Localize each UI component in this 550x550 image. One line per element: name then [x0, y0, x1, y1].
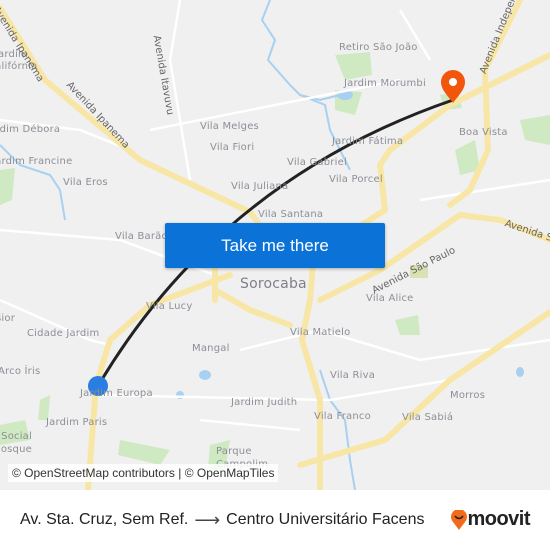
take-me-there-button[interactable]: Take me there — [165, 223, 385, 268]
place-label: Mangal — [192, 343, 230, 354]
place-label: Boa Vista — [459, 127, 508, 138]
place-label: Vila Sabiá — [402, 412, 454, 423]
place-label: Vila Matielo — [290, 327, 351, 338]
place-label: Jardim Fátima — [332, 136, 404, 147]
place-label: Vila Franco — [314, 411, 371, 422]
city-label: Sorocaba — [240, 276, 307, 292]
place-label: Vila Gabriel — [287, 157, 347, 168]
place-label: Retiro São João — [339, 42, 418, 53]
place-label: Cidade Jardim — [27, 328, 100, 339]
place-label: Jardim Débora — [0, 124, 61, 135]
origin-name: Av. Sta. Cruz, Sem Ref. — [20, 511, 189, 528]
arrow-right-icon: ⟶ — [194, 509, 221, 530]
place-label: Vila Alice — [366, 293, 414, 304]
destination-name: Centro Universitário Facens — [226, 511, 425, 528]
place-label: Morros — [450, 390, 486, 401]
place-label: Jardim Francine — [0, 156, 73, 167]
place-label: Vila Fiori — [210, 142, 255, 153]
map-attribution[interactable]: © OpenStreetMap contributors | © OpenMap… — [8, 464, 279, 482]
place-label: Vila Eros — [63, 177, 108, 188]
map[interactable]: Retiro São João Jardim Morumbi Vila Melg… — [0, 0, 550, 490]
place-label: Jardim Paris — [46, 417, 108, 428]
place-label: Vila Melges — [200, 121, 259, 132]
place-label: Vila Porcel — [329, 174, 383, 185]
place-label: Jardim Europa — [80, 388, 153, 399]
brand-name: moovit — [467, 508, 530, 530]
place-label: Vila Riva — [330, 370, 376, 381]
place-label: Vila Lucy — [146, 301, 193, 312]
place-label: sior — [0, 313, 16, 324]
place-label: Jardim Judith — [231, 397, 298, 408]
place-label: Vila Juliana — [231, 181, 289, 192]
moovit-pin-icon — [451, 509, 468, 530]
place-label: Arco Íris — [0, 366, 41, 377]
moovit-logo[interactable]: moovit — [451, 508, 530, 531]
place-label: Social Bosque — [0, 431, 32, 455]
place-label: Jardim Morumbi — [344, 78, 426, 89]
place-label: Vila Santana — [258, 209, 324, 220]
place-label: Vila Barão — [115, 231, 168, 242]
